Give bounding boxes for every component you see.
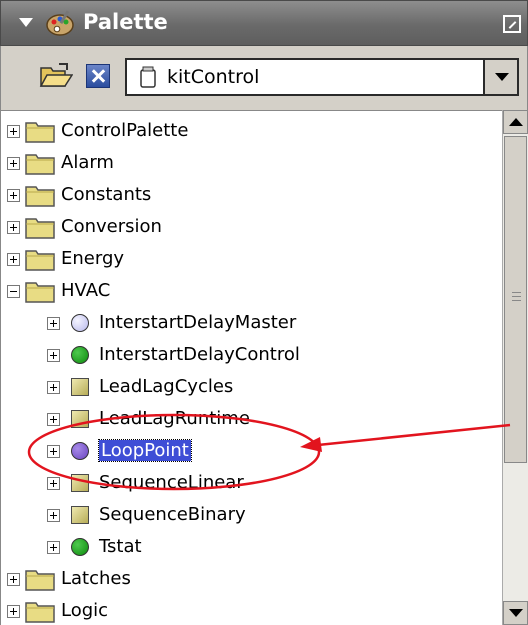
tree-item[interactable]: SequenceLinear [1, 467, 501, 499]
panel-title: Palette [83, 10, 168, 34]
grip-line [512, 296, 521, 297]
expand-plus-icon[interactable] [7, 157, 20, 170]
square-block-icon [71, 378, 89, 396]
tree-item-label: InterstartDelayControl [99, 344, 300, 365]
tree-item-label: LeadLagCycles [99, 376, 234, 397]
folder-icon [25, 218, 55, 239]
tree-item-label: ControlPalette [61, 120, 189, 141]
expand-plus-icon[interactable] [47, 541, 60, 554]
square-block-icon [71, 410, 89, 428]
expand-plus-icon[interactable] [47, 349, 60, 362]
scroll-thumb[interactable] [504, 136, 527, 463]
expand-plus-icon[interactable] [7, 221, 20, 234]
close-icon[interactable] [86, 64, 110, 88]
tree-item-label: SequenceBinary [99, 504, 246, 525]
expand-plus-icon[interactable] [47, 413, 60, 426]
tree-item[interactable]: Conversion [1, 211, 501, 243]
folder-icon [25, 250, 55, 271]
purple-circle-icon [71, 442, 89, 460]
folder-icon [25, 154, 55, 175]
tree-item-label: Tstat [99, 536, 142, 557]
scroll-down-icon[interactable] [503, 601, 528, 625]
tree-item[interactable]: LeadLagRuntime [1, 403, 501, 435]
collapse-minus-icon[interactable] [7, 285, 20, 298]
folder-icon [25, 282, 55, 303]
expand-plus-icon[interactable] [47, 317, 60, 330]
folder-icon [25, 122, 55, 143]
maximize-icon[interactable] [503, 15, 521, 33]
tree-item[interactable]: LeadLagCycles [1, 371, 501, 403]
tree-item-label: Energy [61, 248, 125, 269]
tree-item-label: Logic [61, 600, 109, 621]
tree-item-label: SequenceLinear [99, 472, 244, 493]
tree-item-label: Constants [61, 184, 152, 205]
green-circle-icon [71, 346, 89, 364]
expand-plus-icon[interactable] [47, 445, 60, 458]
palette-toolbar: kitControl [0, 46, 528, 110]
open-folder-icon[interactable] [39, 62, 73, 90]
palette-icon [46, 10, 74, 36]
folder-icon [25, 186, 55, 207]
tree-item-label: LoopPoint [98, 439, 192, 462]
tree-item-label: Conversion [61, 216, 162, 237]
tree-item[interactable]: Latches [1, 563, 501, 595]
tree-item-label: InterstartDelayMaster [99, 312, 297, 333]
chevron-down-icon[interactable] [483, 60, 517, 94]
tree-item-label: Latches [61, 568, 131, 589]
scroll-up-icon[interactable] [503, 110, 528, 134]
jar-icon [140, 66, 156, 88]
green-circle-icon [71, 538, 89, 556]
tree-item[interactable]: InterstartDelayControl [1, 339, 501, 371]
tree-item[interactable]: Energy [1, 243, 501, 275]
tree-item-label: Alarm [61, 152, 114, 173]
collapse-arrow-icon[interactable] [19, 18, 33, 27]
expand-plus-icon[interactable] [7, 189, 20, 202]
expand-plus-icon[interactable] [47, 509, 60, 522]
expand-plus-icon[interactable] [7, 125, 20, 138]
palette-title-bar: Palette [0, 0, 528, 46]
expand-plus-icon[interactable] [47, 477, 60, 490]
expand-plus-icon[interactable] [47, 381, 60, 394]
expand-plus-icon[interactable] [7, 573, 20, 586]
folder-icon [25, 602, 55, 623]
tree-item[interactable]: LoopPoint [1, 435, 501, 467]
palette-tree: ControlPalette Alarm Constants Conversion En… [0, 110, 528, 625]
expand-plus-icon[interactable] [7, 605, 20, 618]
vertical-scrollbar[interactable] [502, 110, 528, 625]
tree-item-label: LeadLagRuntime [99, 408, 250, 429]
tree-item[interactable]: SequenceBinary [1, 499, 501, 531]
square-block-icon [71, 474, 89, 492]
palette-select[interactable]: kitControl [125, 58, 519, 96]
square-block-icon [71, 506, 89, 524]
grip-line [512, 292, 521, 293]
grip-line [512, 300, 521, 301]
lavender-circle-icon [71, 314, 89, 332]
palette-select-value: kitControl [167, 66, 260, 88]
tree-item[interactable]: Constants [1, 179, 501, 211]
tree-item[interactable]: Logic [1, 595, 501, 625]
tree-item-label: HVAC [61, 280, 111, 301]
tree-item[interactable]: HVAC [1, 275, 501, 307]
tree-item[interactable]: Tstat [1, 531, 501, 563]
tree-item[interactable]: Alarm [1, 147, 501, 179]
tree-item[interactable]: InterstartDelayMaster [1, 307, 501, 339]
expand-plus-icon[interactable] [7, 253, 20, 266]
folder-icon [25, 570, 55, 591]
tree-item[interactable]: ControlPalette [1, 115, 501, 147]
